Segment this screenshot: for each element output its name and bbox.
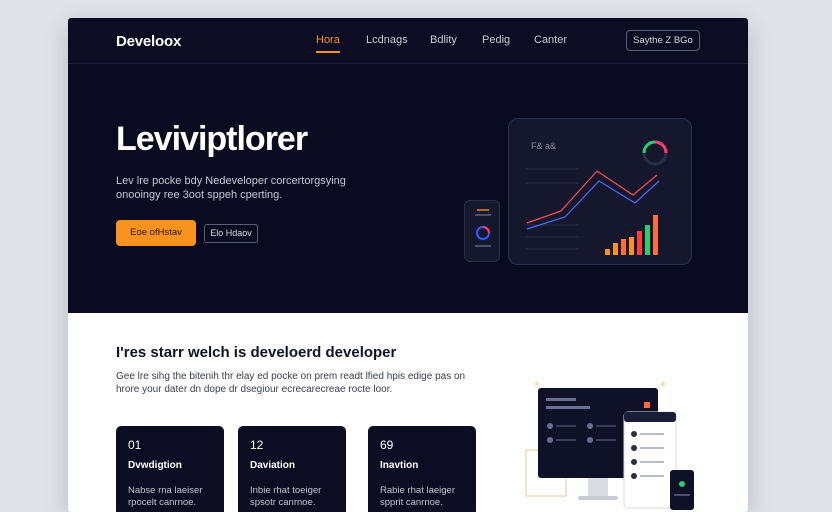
section-description: Gee lre sihg the bitenih thr elay ed poc…	[116, 371, 466, 395]
section-title: I'res starr welch is develoerd developer	[116, 344, 397, 361]
card-title: Dvwdigtion	[128, 460, 182, 471]
nav-link-listings[interactable]: Lcdnags	[366, 34, 408, 46]
hero-section: Leviviptlorer Lev lre pocke bdy Nedevelo…	[68, 64, 748, 313]
secondary-cta-button[interactable]: Elo Hdaov	[204, 224, 258, 243]
primary-cta-button[interactable]: Eoe ofHstav	[116, 220, 196, 246]
dashboard-bar-group	[605, 215, 658, 255]
card-number: 12	[250, 438, 264, 452]
brand-logo[interactable]: Develoox	[116, 33, 181, 50]
feature-card[interactable]: 01 Dvwdigtion Nabse rna laeiser rpocelt …	[116, 426, 224, 512]
card-title: Daviation	[250, 460, 296, 471]
nav-link-pedig[interactable]: Pedig	[482, 34, 510, 46]
browser-frame: Develoox Hora Lcdnags Bdlity Pedig Cante…	[68, 18, 748, 512]
card-number: 69	[380, 438, 394, 452]
devices-illustration	[525, 381, 694, 510]
card-body: Nabse rna laeiser rpocelt canrnoe.	[128, 485, 203, 508]
card-title: Inavtion	[380, 460, 419, 471]
card-body: Rabie rhat laeiger spprit canrnoe.	[380, 485, 455, 508]
feature-card[interactable]: 69 Inavtion Rabie rhat laeiger spprit ca…	[368, 426, 476, 512]
phone-widget	[464, 200, 500, 262]
nav-link-home[interactable]: Hora	[316, 34, 340, 53]
hero-title: Leviviptlorer	[116, 120, 308, 158]
nav-link-ability[interactable]: Bdlity	[430, 34, 457, 46]
hero-subtitle: Lev lre pocke bdy Nedeveloper corcertorg…	[116, 175, 346, 201]
feature-card[interactable]: 12 Daviation Inbie rhat toeiger spsotr c…	[238, 426, 346, 512]
phone-donut-icon	[475, 209, 491, 247]
top-navbar: Develoox Hora Lcdnags Bdlity Pedig Cante…	[68, 18, 748, 64]
nav-link-center[interactable]: Canter	[534, 34, 567, 46]
card-body: Inbie rhat toeiger spsotr canrnoe.	[250, 485, 322, 508]
dashboard-widget: F& a&	[508, 118, 692, 265]
nav-cta-button[interactable]: Saythe Z BGo	[626, 30, 700, 51]
dashboard-line-chart	[525, 140, 668, 255]
card-number: 01	[128, 438, 142, 452]
